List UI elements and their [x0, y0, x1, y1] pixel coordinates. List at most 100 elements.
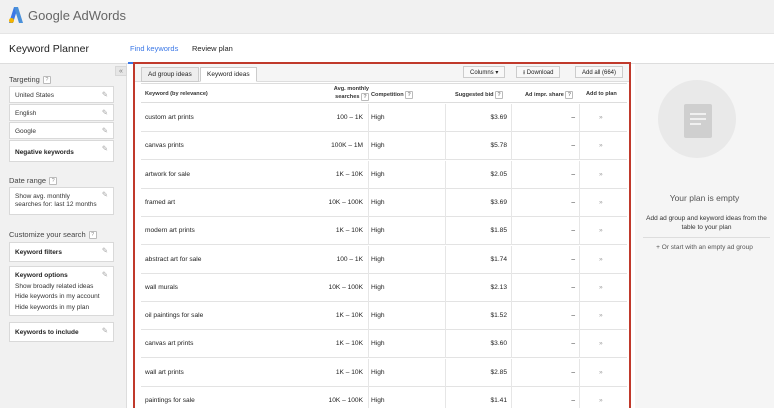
document-icon [684, 104, 712, 138]
keyword-options[interactable]: Keyword options Show broadly related ide… [9, 266, 114, 316]
customize-heading: Customize your search ? [9, 230, 97, 239]
adwords-logo[interactable]: Google AdWords [9, 7, 126, 23]
impr-share-cell: – [571, 114, 575, 121]
keyword-filters[interactable]: Keyword filters ✎ [9, 242, 114, 262]
impr-share-cell: – [571, 368, 575, 376]
plan-empty-title: Your plan is empty [669, 193, 740, 203]
targeting-network[interactable]: Google ✎ [9, 122, 114, 139]
impr-share-cell: – [571, 340, 575, 348]
bid-cell: $5.78 [490, 142, 507, 150]
download-button[interactable]: ⭳ Download [516, 66, 561, 78]
col-keyword[interactable]: Keyword (by relevance) [145, 91, 208, 98]
edit-pencil-icon[interactable]: ✎ [102, 191, 108, 199]
keyword-option-line: Hide keywords in my account [15, 293, 100, 300]
add-to-plan-icon[interactable]: » [599, 312, 603, 319]
keyword-filters-label: Keyword filters [15, 249, 62, 256]
tab-keyword-ideas[interactable]: Keyword ideas [200, 67, 257, 82]
add-to-plan-icon[interactable]: » [599, 114, 603, 121]
edit-pencil-icon[interactable]: ✎ [102, 270, 108, 281]
column-divider [368, 104, 369, 132]
help-icon[interactable]: ? [42, 75, 51, 84]
column-divider [579, 104, 580, 132]
keyword-option-line: Show broadly related ideas [15, 282, 94, 290]
empty-ad-group-link[interactable]: + Or start with an empty ad group [635, 244, 774, 251]
competition-cell: High [371, 170, 385, 178]
competition-cell: High [371, 142, 385, 150]
bid-cell: $1.85 [490, 227, 507, 235]
tab-ad-group-ideas[interactable]: Ad group ideas [141, 67, 199, 82]
help-icon[interactable]: ? [495, 91, 504, 99]
targeting-language[interactable]: English ✎ [9, 104, 114, 121]
edit-pencil-icon[interactable]: ✎ [102, 246, 108, 256]
column-divider [579, 358, 580, 387]
keyword-cell: custom art prints [145, 114, 194, 121]
edit-pencil-icon[interactable]: ✎ [102, 90, 108, 100]
add-to-plan-icon[interactable]: » [599, 397, 603, 404]
add-to-plan-icon[interactable]: » [599, 256, 603, 263]
competition-cell: High [371, 227, 385, 235]
column-divider [368, 132, 369, 161]
bid-cell: $2.85 [490, 368, 507, 376]
table-row: wall murals 10K – 100K High $2.13 – » [141, 273, 627, 302]
col-competition[interactable]: Competition ? [371, 91, 414, 99]
download-icon: ⭳ [523, 70, 526, 76]
add-to-plan-icon[interactable]: » [599, 227, 603, 234]
competition-cell: High [371, 255, 385, 263]
add-all-button[interactable]: Add all (664) [575, 66, 624, 78]
tab-find-keywords[interactable]: Find keywords [130, 44, 178, 53]
collapse-sidebar-button[interactable]: « [115, 66, 127, 76]
competition-cell: High [371, 312, 385, 320]
edit-pencil-icon[interactable]: ✎ [102, 126, 108, 136]
searches-cell: 100 – 1K [336, 114, 363, 121]
edit-pencil-icon[interactable]: ✎ [102, 108, 108, 118]
date-range-box[interactable]: Show avg. monthly searches for: last 12 … [9, 187, 114, 215]
column-divider [445, 273, 446, 302]
table-row: custom art prints 100 – 1K High $3.69 – » [141, 104, 627, 132]
col-avg-searches[interactable]: Avg. monthly searches ? [317, 86, 369, 101]
edit-pencil-icon[interactable]: ✎ [102, 326, 108, 336]
help-icon[interactable]: ? [88, 230, 97, 239]
bid-cell: $1.74 [490, 255, 507, 263]
keyword-cell: paintings for sale [145, 397, 195, 404]
add-to-plan-icon[interactable]: » [599, 142, 603, 149]
help-icon[interactable]: ? [405, 91, 414, 99]
keywords-to-include[interactable]: Keywords to include ✎ [9, 322, 114, 342]
help-icon[interactable]: ? [361, 92, 369, 101]
impr-share-cell: – [571, 227, 575, 235]
column-divider [579, 245, 580, 274]
impr-share-cell: – [571, 170, 575, 178]
keywords-to-include-label: Keywords to include [15, 329, 79, 336]
column-divider [511, 217, 512, 246]
column-divider [445, 387, 446, 408]
network-value: Google [15, 128, 36, 135]
help-icon[interactable]: ? [49, 176, 58, 185]
searches-cell: 10K – 100K [328, 283, 363, 291]
plan-panel: Your plan is empty Add ad group and keyw… [635, 64, 774, 408]
help-icon[interactable]: ? [565, 91, 574, 99]
edit-pencil-icon[interactable]: ✎ [102, 144, 108, 154]
column-divider [445, 245, 446, 274]
negative-keywords[interactable]: Negative keywords ✎ [9, 140, 114, 162]
add-to-plan-icon[interactable]: » [599, 369, 603, 376]
add-to-plan-icon[interactable]: » [599, 171, 603, 178]
keyword-cell: canvas art prints [145, 340, 194, 348]
keyword-cell: wall murals [145, 283, 178, 291]
keyword-cell: oil paintings for sale [145, 312, 204, 320]
column-divider [368, 217, 369, 246]
keyword-cell: framed art [145, 198, 176, 206]
column-divider [368, 245, 369, 274]
add-to-plan-icon[interactable]: » [599, 340, 603, 347]
column-divider [368, 358, 369, 387]
col-ad-impr-share[interactable]: Ad impr. share ? [525, 91, 574, 99]
add-to-plan-icon[interactable]: » [599, 199, 603, 206]
targeting-location[interactable]: United States ✎ [9, 86, 114, 103]
column-divider [579, 188, 580, 217]
col-suggested-bid[interactable]: Suggested bid ? [455, 91, 504, 99]
columns-button[interactable]: Columns ▾ [463, 66, 506, 78]
add-to-plan-icon[interactable]: » [599, 284, 603, 291]
tab-review-plan[interactable]: Review plan [192, 44, 233, 53]
competition-cell: High [371, 340, 385, 348]
searches-cell: 1K – 10K [335, 368, 363, 376]
download-label: Download [526, 70, 554, 76]
language-value: English [15, 110, 37, 117]
